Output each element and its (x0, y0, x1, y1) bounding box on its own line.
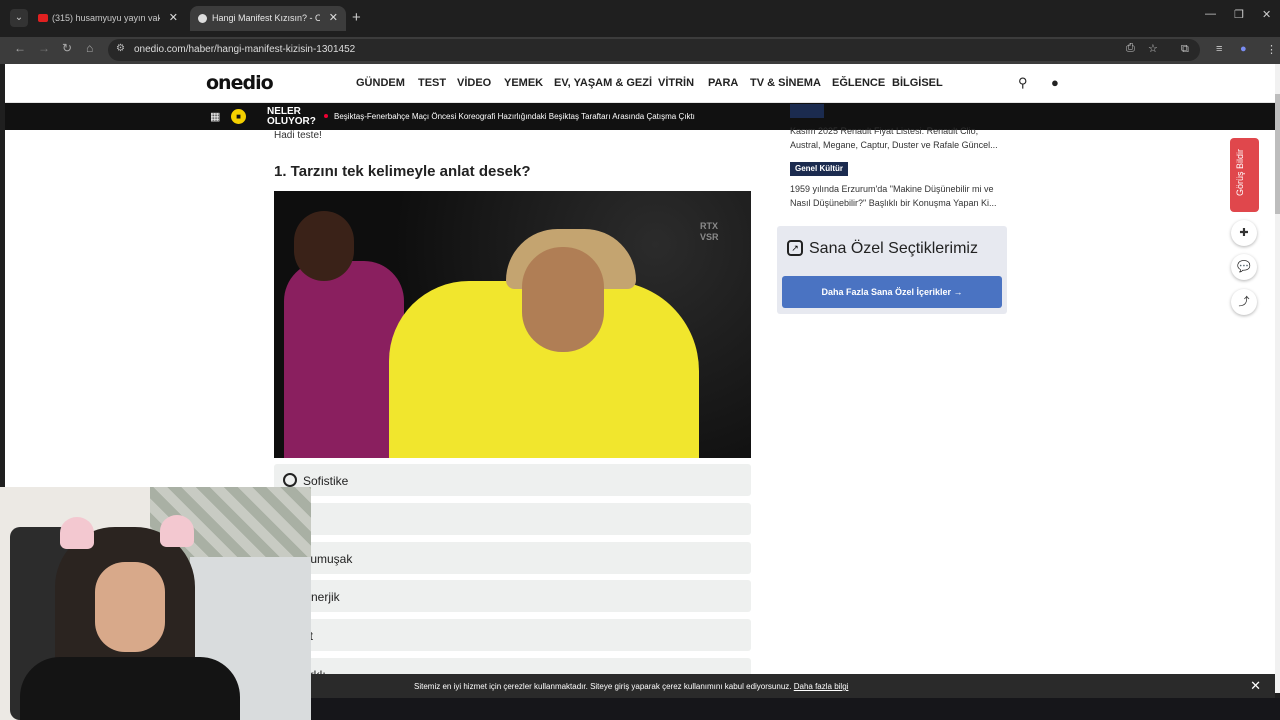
tab-title: Hangi Manifest Kızısın? - Oned (212, 13, 320, 23)
radio-icon[interactable] (283, 473, 297, 487)
cookie-text: Sitemiz en iyi hizmet için çerezler kull… (414, 682, 848, 691)
news-ticker: ▦ ■ NELER OLUYOR? Beşiktaş-Fenerbahçe Ma… (5, 103, 1275, 130)
sidebar-article-title[interactable]: Kasım 2025 Renault Fiyat Listesi: Renaul… (790, 124, 1010, 152)
cookie-message: Sitemiz en iyi hizmet için çerezler kull… (414, 682, 792, 691)
external-link-icon: ↗ (787, 240, 803, 256)
profile-avatar-icon[interactable]: ● (1240, 43, 1247, 55)
watermark-line1: RTX (700, 221, 718, 231)
search-icon[interactable]: ⚲ (1018, 75, 1028, 91)
nav-video[interactable]: VİDEO (457, 77, 491, 89)
extensions-icon[interactable]: ⧉ (1181, 43, 1189, 56)
window-close-icon[interactable]: ✕ (1262, 8, 1271, 21)
watermark-line2: VSR (700, 232, 719, 242)
user-icon[interactable]: ● (1051, 75, 1059, 90)
onedio-favicon-icon (198, 14, 207, 23)
nav-gundem[interactable]: GÜNDEM (356, 77, 405, 89)
nav-bilgisel[interactable]: BİLGİSEL (892, 77, 943, 89)
cookie-more-link[interactable]: Daha fazla bilgi (794, 682, 849, 691)
nav-tv-sinema[interactable]: TV & SİNEMA (750, 77, 821, 89)
ticker-dot (324, 114, 328, 118)
live-icon: ■ (231, 109, 246, 124)
back-icon[interactable]: ← (14, 41, 26, 55)
special-picks-title: Sana Özel Seçtiklerimiz (809, 240, 978, 257)
feedback-button[interactable]: Görüş Bildir (1230, 138, 1259, 212)
special-picks-box: ↗ Sana Özel Seçtiklerimiz Daha Fazla San… (777, 226, 1007, 314)
quiz-option[interactable]: et (274, 619, 751, 651)
comments-icon[interactable]: 💬 (1231, 254, 1257, 280)
install-icon[interactable]: ⎙ (1126, 42, 1135, 55)
url-text: onedio.com/haber/hangi-manifest-kizisin-… (134, 44, 356, 55)
quiz-option[interactable]: si (274, 503, 751, 535)
site-logo[interactable]: onedio (206, 72, 274, 94)
site-header: onedio GÜNDEM TEST VİDEO YEMEK EV, YAŞAM… (5, 64, 1275, 103)
more-personalized-button[interactable]: Daha Fazla Sana Özel İçerikler → (782, 276, 1002, 308)
nav-test[interactable]: TEST (418, 77, 446, 89)
page-scrollbar[interactable] (1275, 64, 1280, 693)
nav-ev-yasam-gezi[interactable]: EV, YAŞAM & GEZİ (554, 77, 652, 89)
share-icon[interactable]: ⤴ (1231, 289, 1257, 315)
image-watermark: RTX VSR (700, 221, 719, 243)
category-badge[interactable]: Genel Kültür (790, 162, 849, 176)
browser-tab-strip: ⌄ (315) husamyuyu yayın vakti 4 ✕ Hangi … (0, 0, 1280, 37)
media-icon[interactable]: ≡ (1216, 43, 1222, 55)
taskbar-strip (311, 698, 1280, 720)
ticker-headline[interactable]: Beşiktaş-Fenerbahçe Maçı Öncesi Koreogra… (334, 112, 695, 121)
menu-kebab-icon[interactable]: ⋮ (1266, 43, 1277, 56)
quiz-option[interactable]: Yumuşak (274, 542, 751, 574)
bookmark-star-icon[interactable]: ☆ (1148, 42, 1158, 55)
reload-icon[interactable]: ↻ (62, 41, 72, 55)
close-tab-icon[interactable]: ✕ (169, 6, 178, 31)
webcam-overlay (0, 487, 311, 720)
sidebar-article-title[interactable]: 1959 yılında Erzurum'da "Makine Düşünebi… (790, 182, 1010, 210)
url-bar[interactable]: ⚙ onedio.com/haber/hangi-manifest-kizisi… (108, 39, 1200, 61)
youtube-icon (38, 14, 48, 22)
article-intro: Hadi teste! (274, 130, 322, 141)
category-badge[interactable] (790, 104, 824, 118)
apps-grid-icon[interactable]: ▦ (210, 110, 220, 123)
minimize-icon[interactable]: — (1205, 8, 1216, 20)
quiz-option[interactable]: Enerjik (274, 580, 751, 612)
close-tab-icon[interactable]: ✕ (329, 6, 338, 31)
address-bar-row: ← → ↻ ⌂ ⚙ onedio.com/haber/hangi-manifes… (0, 37, 1280, 64)
close-icon[interactable]: ✕ (1250, 678, 1261, 694)
option-label: Sofistike (303, 474, 349, 488)
cookie-banner: Sitemiz en iyi hizmet için çerezler kull… (310, 674, 1275, 698)
ticker-label: NELER OLUYOR? (267, 107, 316, 127)
feedback-label: Görüş Bildir (1235, 148, 1245, 196)
nav-eglence[interactable]: EĞLENCE (832, 77, 885, 89)
nav-para[interactable]: PARA (708, 77, 738, 89)
tab-onedio[interactable]: Hangi Manifest Kızısın? - Oned ✕ (190, 6, 346, 31)
new-tab-icon[interactable]: + (352, 9, 361, 26)
question-title: 1. Tarzını tek kelimeyle anlat desek? (274, 163, 531, 180)
site-info-icon[interactable]: ⚙ (116, 43, 125, 54)
nav-yemek[interactable]: YEMEK (504, 77, 543, 89)
tab-youtube[interactable]: (315) husamyuyu yayın vakti 4 ✕ (30, 6, 186, 31)
forward-icon[interactable]: → (38, 41, 50, 55)
tab-search-icon[interactable]: ⌄ (10, 9, 28, 27)
question-image: RTX VSR (274, 191, 751, 458)
add-comment-icon[interactable]: ✚ (1231, 220, 1257, 246)
tab-title: (315) husamyuyu yayın vakti 4 (52, 13, 160, 23)
ticker-label-line2: OLUYOR? (267, 116, 316, 127)
home-icon[interactable]: ⌂ (86, 41, 93, 55)
quiz-option[interactable]: Sofistike (274, 464, 751, 496)
restore-icon[interactable]: ❐ (1234, 8, 1244, 21)
nav-vitrin[interactable]: VİTRİN (658, 77, 694, 89)
